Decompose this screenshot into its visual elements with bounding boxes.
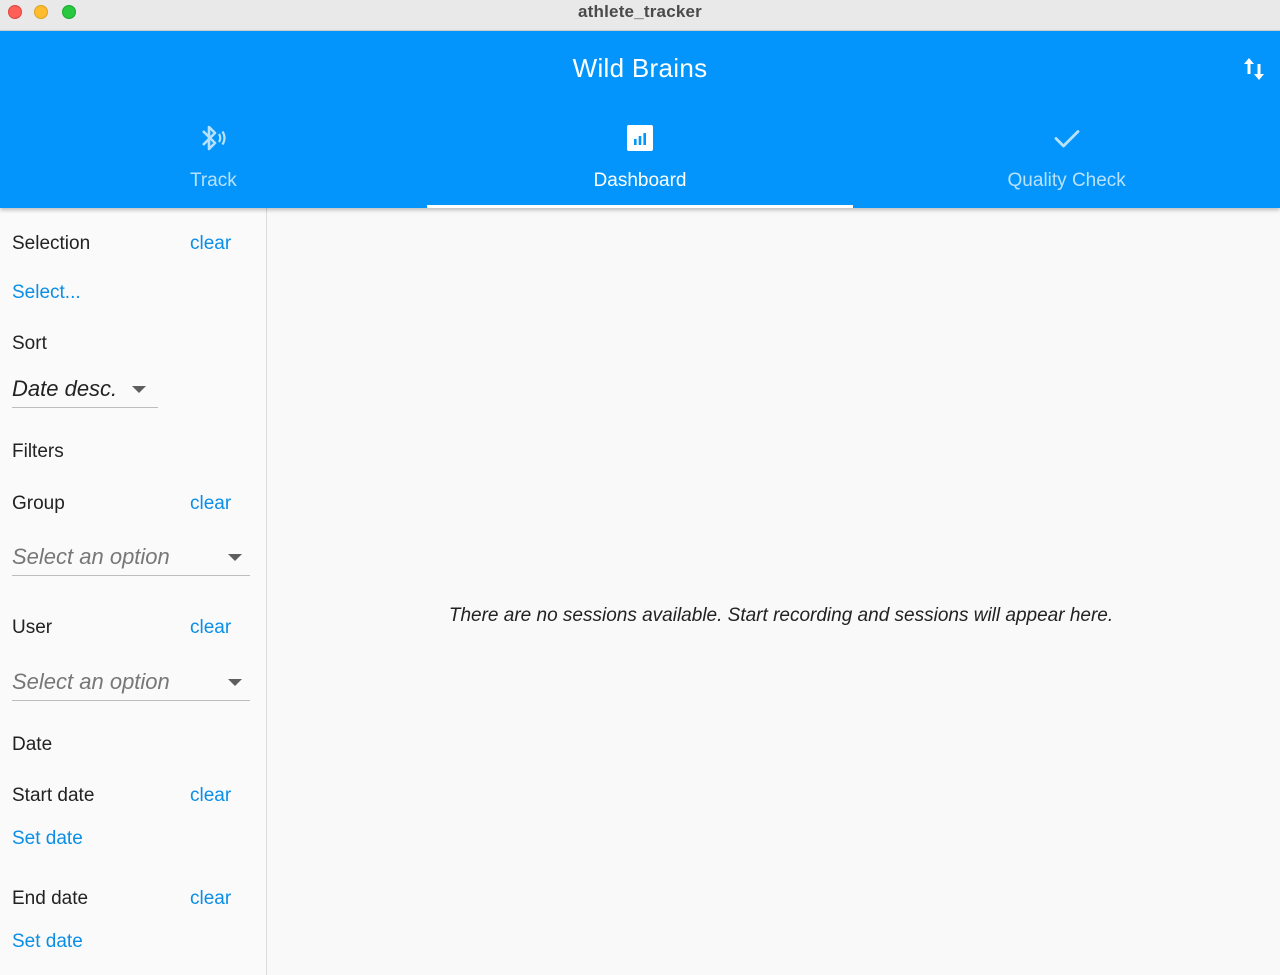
check-icon [1052,123,1082,153]
chart-icon [626,123,654,153]
end-date-label: End date [12,888,89,909]
app-bar: Wild Brains Track Dashboard Quality Chec… [0,31,1280,208]
date-heading: Date [12,734,53,755]
start-date-clear-link[interactable]: clear [190,785,231,807]
tab-label: Track [189,170,237,191]
start-date-set-link[interactable]: Set date [12,828,83,850]
user-clear-link[interactable]: clear [190,617,231,639]
swap-vert-button[interactable] [1242,55,1266,83]
group-dropdown[interactable]: Select an option [12,539,250,576]
tab-label: Quality Check [1007,170,1126,191]
tab-track[interactable]: Track [0,111,427,208]
sort-selected-value: Date desc. [12,376,118,401]
empty-sessions-message: There are no sessions available. Start r… [448,605,1114,626]
chevron-down-icon [132,385,147,393]
dashboard-content: There are no sessions available. Start r… [267,208,1280,975]
user-label: User [12,617,53,638]
filter-sidebar: Selection clear Select... Sort Date desc… [0,208,267,975]
app-title: Wild Brains [572,53,708,83]
bluetooth-searching-icon [197,123,229,153]
tab-quality-check[interactable]: Quality Check [853,111,1280,208]
end-date-clear-link[interactable]: clear [190,888,231,910]
select-sessions-link[interactable]: Select... [12,282,81,304]
tab-dashboard[interactable]: Dashboard [426,111,854,208]
filters-heading: Filters [12,441,64,462]
chevron-down-icon [228,678,242,686]
start-date-label: Start date [12,785,95,806]
tab-label: Dashboard [593,170,687,191]
sort-dropdown[interactable]: Date desc. [12,371,158,408]
active-tab-indicator [426,205,854,208]
user-placeholder: Select an option [12,669,170,694]
group-clear-link[interactable]: clear [190,493,231,515]
window-title: athlete_tracker [578,2,702,21]
chevron-down-icon [228,553,242,561]
tab-bar: Track Dashboard Quality Check [0,111,1280,208]
selection-clear-link[interactable]: clear [190,233,231,255]
group-placeholder: Select an option [12,544,170,569]
window-title-bar: athlete_tracker [0,0,1280,31]
sort-heading: Sort [12,333,47,354]
end-date-set-link[interactable]: Set date [12,931,83,953]
user-dropdown[interactable]: Select an option [12,664,250,701]
selection-heading: Selection [12,233,91,254]
group-label: Group [12,493,65,514]
swap-vert-icon [1244,58,1264,80]
